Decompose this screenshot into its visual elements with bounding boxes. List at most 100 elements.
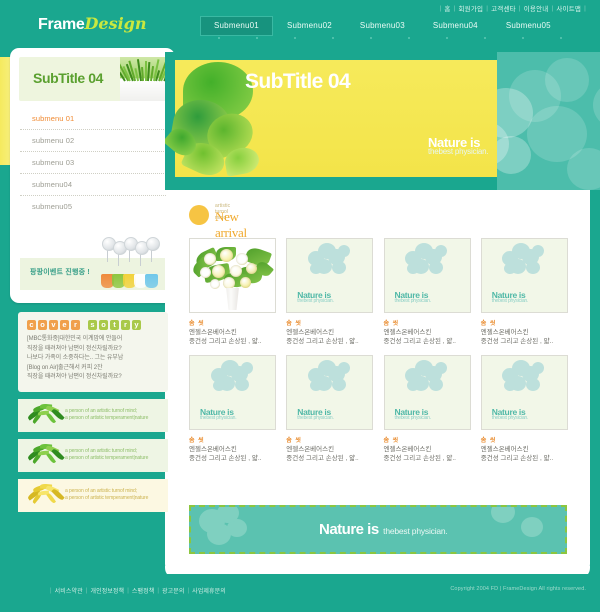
footer-copyright: Copyright 2004 FD | FrameDesign All righ…: [450, 586, 586, 592]
leaf-list-item[interactable]: a person of an artistic turnof mind; a p…: [18, 438, 168, 472]
placeholder-caption-sub: thebest physician.: [491, 297, 529, 304]
product-card[interactable]: Nature is thebest physician. 솜 씻 엔젤스온베어스…: [480, 238, 569, 346]
placeholder-caption-sub: thebest physician.: [200, 414, 237, 421]
product-thumbnail-placeholder[interactable]: Nature is thebest physician.: [383, 355, 471, 430]
footer-sep: |: [127, 587, 129, 594]
banner-flower-decoration: [521, 517, 543, 537]
product-title: 엔젤스온베어스킨: [383, 329, 432, 336]
flower-motif-icon: [307, 242, 352, 279]
product-title: 엔젤스온베어스킨: [480, 446, 529, 453]
nav-item-submenu05[interactable]: Submenu05: [492, 16, 565, 36]
footer-link-ads[interactable]: 광고문의: [162, 586, 184, 595]
bottom-promo-sub: thebest physician.: [383, 526, 448, 536]
product-thumbnail-placeholder[interactable]: Nature is thebest physician.: [286, 355, 374, 430]
product-card[interactable]: Nature is thebest physician. 솜 씻 엔젤스온베어스…: [480, 355, 569, 463]
cover-title-letter: e: [60, 320, 69, 330]
product-desc: 중건성 그리고 손상된 , 얇..: [286, 338, 359, 345]
product-desc: 중건성 그리고 손상된 , 얇..: [286, 455, 359, 462]
footer-sep: |: [187, 587, 190, 594]
leaf-item-line2: a person of artistic temperament|nature: [65, 495, 149, 501]
sidebar-event-text: 팡팡이벤트 진행중 !: [30, 269, 90, 276]
product-card[interactable]: Nature is thebest physician. 솜 씻 엔젤스온베어스…: [286, 238, 374, 346]
placeholder-caption-sub: thebest physician.: [297, 414, 334, 421]
leaf-item-text: a person of an artistic turnof mind; a p…: [65, 488, 148, 502]
utility-link-support[interactable]: 고객센타: [491, 3, 516, 13]
page-root: | 홈 | 회원가입 | 고객센타 | 이용안내 | 사이트맵 | FrameD…: [0, 0, 600, 612]
placeholder-caption: Nature is thebest physician.: [200, 407, 271, 421]
nav-item-submenu04[interactable]: Submenu04: [419, 16, 492, 36]
footer-link-partnership[interactable]: 사업제휴문의: [192, 586, 226, 595]
placeholder-caption: Nature is thebest physician.: [297, 290, 368, 304]
cover-story-line[interactable]: [MBC통화중]대한민국 이계맘에 안들어: [27, 335, 159, 344]
utility-link-sitemap[interactable]: 사이트맵: [556, 3, 581, 13]
sidebar-item-submenu-04[interactable]: submenu04: [20, 174, 166, 196]
footer-link-spam[interactable]: 스팸정책: [132, 586, 154, 595]
nav-item-submenu02[interactable]: Submenu02: [273, 16, 346, 36]
placeholder-caption-sub: thebest physician.: [394, 414, 432, 421]
product-card[interactable]: Nature is thebest physician. 솜 씻 엔젤스온베어스…: [189, 355, 277, 463]
product-thumbnail-photo[interactable]: [189, 238, 276, 313]
cover-story-body: [MBC통화중]대한민국 이계맘에 안들어 직장을 때려쳐야 남편이 정신차릴까…: [27, 335, 159, 382]
placeholder-caption: Nature is thebest physician.: [492, 407, 563, 421]
product-thumbnail-placeholder[interactable]: Nature is thebest physician.: [480, 355, 568, 430]
banner-flower-decoration: [199, 509, 225, 533]
utility-link-guide[interactable]: 이용안내: [524, 3, 549, 13]
leaf-list-item[interactable]: a person of an artistic turnof mind; a p…: [18, 478, 168, 512]
flower-motif-icon: [210, 359, 255, 396]
cover-story-line[interactable]: 나보다 가족이 소중하다는.. 그는 유부남: [27, 354, 159, 363]
flower-motif-icon: [502, 359, 546, 396]
product-thumbnail-placeholder[interactable]: Nature is thebest physician.: [383, 238, 471, 313]
product-thumbnail-placeholder[interactable]: Nature is thebest physician.: [480, 238, 568, 313]
sidebar-item-submenu-01[interactable]: submenu 01: [20, 108, 166, 130]
product-card[interactable]: 솜 씻 엔젤스온베어스킨 중건성 그리고 손상된 , 얇..: [189, 238, 277, 346]
grass-pot-image: [120, 57, 166, 101]
nav-item-submenu03[interactable]: Submenu03: [346, 16, 419, 36]
site-logo[interactable]: FrameDesign: [38, 16, 147, 33]
placeholder-caption-sub: thebest physician.: [297, 297, 334, 304]
leaf-item-text: a person of an artistic turnof mind; a p…: [65, 448, 148, 462]
product-desc: 중건성 그리고 손상된 , 얇..: [189, 338, 262, 345]
leaf-item-line2: a person of artistic temperament|nature: [65, 455, 149, 461]
cover-title-letter: s: [88, 320, 97, 330]
utility-link-signup[interactable]: 회원가입: [459, 3, 484, 13]
product-card[interactable]: Nature is thebest physician. 솜 씻 엔젤스온베어스…: [286, 355, 374, 463]
cover-title-letter: r: [121, 320, 130, 330]
utility-sep: |: [486, 4, 489, 12]
bottom-promo-banner[interactable]: Nature is thebest physician.: [189, 505, 567, 554]
product-thumbnail-placeholder[interactable]: Nature is thebest physician.: [286, 238, 374, 313]
site-footer: | 서비스약관 | 개인정보정책 | 스팸정책 | 광고문의 | 사업제휴문의 …: [0, 574, 600, 612]
sidebar-event-banner[interactable]: 팡팡이벤트 진행중 !: [20, 237, 166, 290]
nav-item-submenu01[interactable]: Submenu01: [200, 16, 273, 36]
utility-link-home[interactable]: 홈: [444, 3, 450, 13]
product-title: 엔젤스온베어스킨: [189, 329, 237, 336]
utility-sep: |: [439, 4, 442, 12]
cover-title-letter: c: [27, 320, 36, 330]
left-lower-column: coversotry [MBC통화중]대한민국 이계맘에 안들어 직장을 때려쳐…: [18, 312, 168, 512]
product-desc: 중건성 그리고 손상된 , 얇..: [480, 455, 554, 462]
leaf-item-line2: a person of artistic temperament|nature: [65, 415, 149, 421]
product-grid: 솜 씻 엔젤스온베어스킨 중건성 그리고 손상된 , 얇.. Nature is…: [189, 238, 569, 472]
cover-story-line[interactable]: 직장을 때려쳐야 남편이 정신차릴까요?: [27, 373, 159, 382]
cover-story-line[interactable]: 직장을 때려쳐야 남편이 정신차릴까요?: [27, 345, 159, 354]
product-card[interactable]: Nature is thebest physician. 솜 씻 엔젤스온베어스…: [383, 238, 472, 346]
footer-link-terms[interactable]: 서비스약관: [55, 586, 83, 595]
product-thumbnail-placeholder[interactable]: Nature is thebest physician.: [189, 355, 276, 430]
product-label: 솜 씻: [189, 321, 205, 327]
product-row: 솜 씻 엔젤스온베어스킨 중건성 그리고 손상된 , 얇.. Nature is…: [189, 238, 569, 346]
main-content-panel: artistic turnol mind New arrival 솜 씻 엔젤스…: [165, 190, 590, 574]
leaf-icon: [25, 482, 65, 508]
product-label: 솜 씻: [286, 321, 302, 327]
cover-story-line[interactable]: [Blog on Air]출근해서 커피 2잔: [27, 364, 159, 373]
flower-motif-icon: [405, 359, 449, 396]
nav-dot-decoration: [200, 36, 580, 42]
leaf-list-item[interactable]: a person of an artistic turnof mind; a p…: [18, 398, 168, 432]
utility-sep: |: [551, 4, 554, 12]
placeholder-caption: Nature is thebest physician.: [394, 290, 466, 304]
sidebar-item-submenu-03[interactable]: submenu 03: [20, 152, 166, 174]
utility-nav: | 홈 | 회원가입 | 고객센타 | 이용안내 | 사이트맵 |: [439, 3, 586, 14]
sidebar-item-submenu-05[interactable]: submenu05: [20, 196, 166, 217]
product-card[interactable]: Nature is thebest physician. 솜 씻 엔젤스온베어스…: [383, 355, 472, 463]
sidebar-item-submenu-02[interactable]: submenu 02: [20, 130, 166, 152]
footer-link-privacy[interactable]: 개인정보정책: [90, 586, 124, 595]
placeholder-caption-sub: thebest physician.: [394, 297, 432, 304]
